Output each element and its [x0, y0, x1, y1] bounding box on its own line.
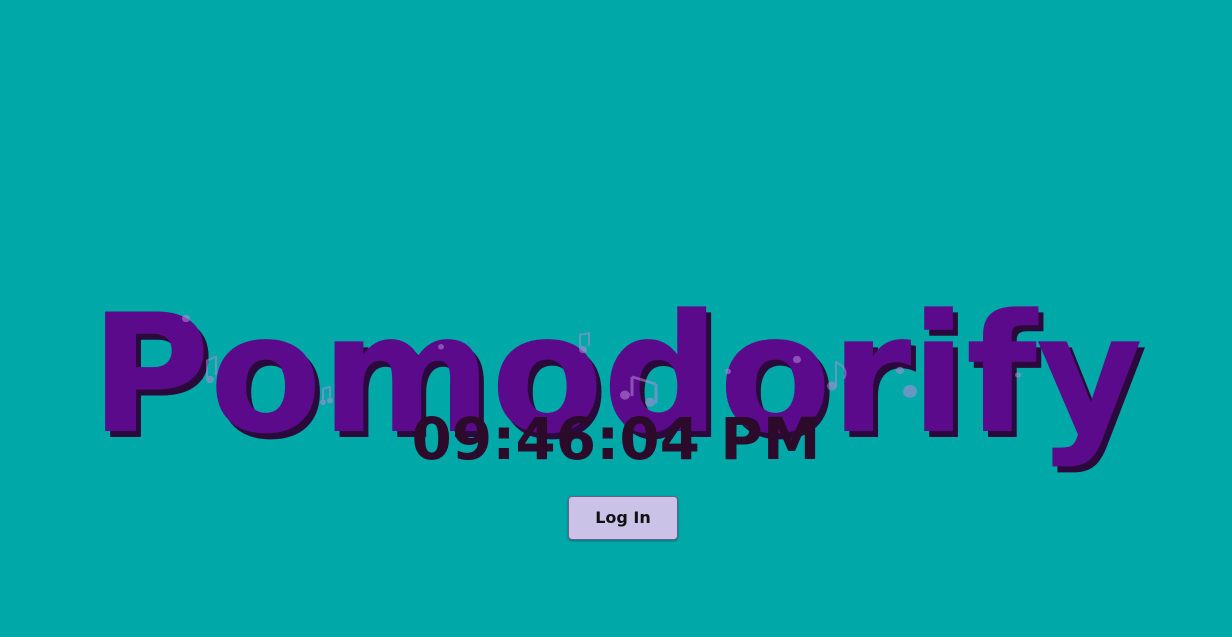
current-time: 09:46:04 PM [411, 405, 821, 473]
login-button[interactable]: Log In [568, 496, 678, 540]
landing-page: Pomodorify 09:46:04 PM Log In [0, 0, 1232, 637]
